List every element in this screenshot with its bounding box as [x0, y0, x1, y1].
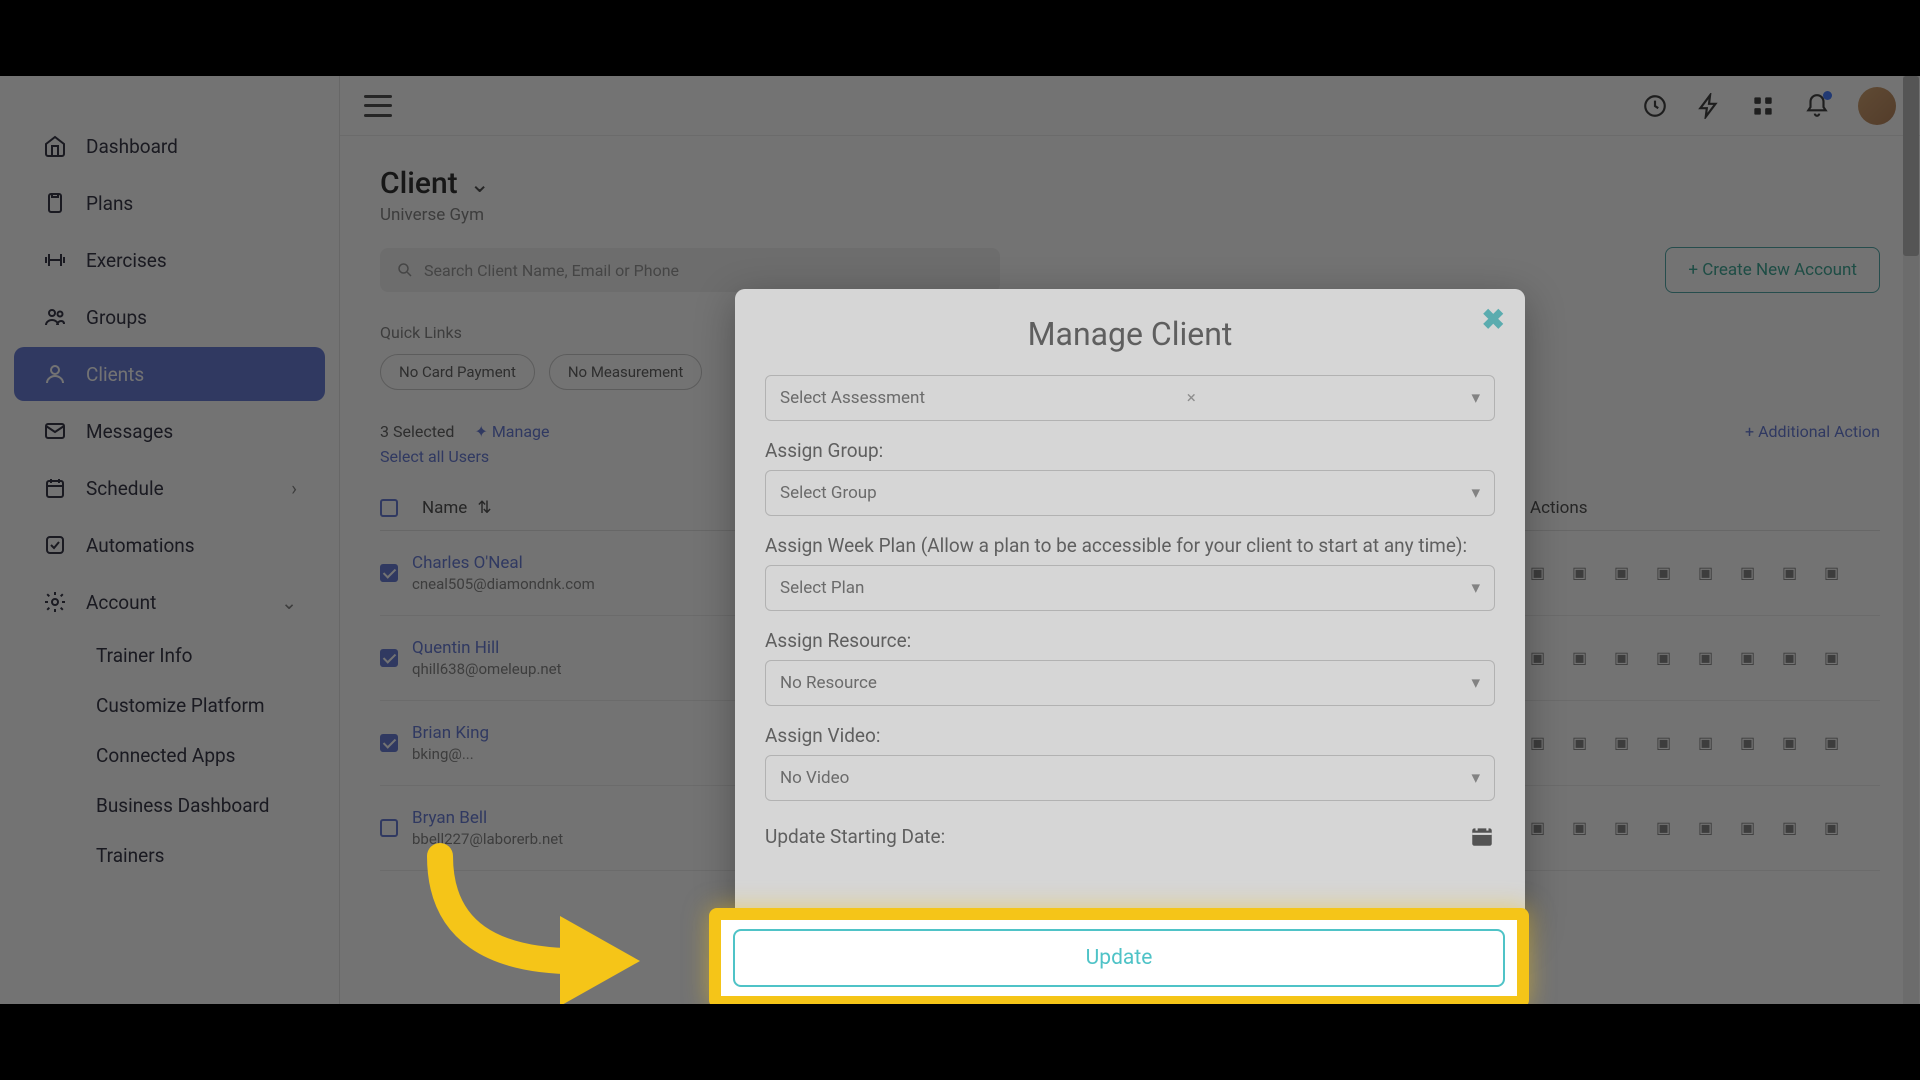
caret-down-icon: ▾ — [1471, 578, 1480, 598]
clear-icon[interactable]: × — [1187, 388, 1196, 408]
calendar-icon[interactable] — [1469, 823, 1495, 849]
select-video[interactable]: No Video ▾ — [765, 755, 1495, 801]
label-starting-date: Update Starting Date: — [765, 825, 945, 848]
letterbox-bottom — [0, 1004, 1920, 1080]
select-assessment[interactable]: Select Assessment × ▾ — [765, 375, 1495, 421]
highlight-callout: Update — [709, 908, 1529, 1008]
caret-down-icon: ▾ — [1471, 483, 1480, 503]
date-row: Update Starting Date: — [765, 823, 1495, 849]
select-week-plan[interactable]: Select Plan ▾ — [765, 565, 1495, 611]
caret-down-icon: ▾ — [1471, 768, 1480, 788]
arrow-annotation-icon — [410, 836, 680, 1026]
caret-down-icon: ▾ — [1471, 673, 1480, 693]
label-assign-week-plan: Assign Week Plan (Allow a plan to be acc… — [765, 534, 1495, 557]
modal-title: Manage Client — [735, 289, 1525, 367]
update-button[interactable]: Update — [733, 929, 1505, 987]
letterbox-top — [0, 0, 1920, 76]
modal-body: Select Assessment × ▾ Assign Group: Sele… — [735, 367, 1525, 909]
label-assign-resource: Assign Resource: — [765, 629, 1495, 652]
label-assign-group: Assign Group: — [765, 439, 1495, 462]
select-resource[interactable]: No Resource ▾ — [765, 660, 1495, 706]
select-group[interactable]: Select Group ▾ — [765, 470, 1495, 516]
caret-down-icon: ▾ — [1471, 388, 1480, 408]
app-container: Dashboard Plans Exercises Groups Clients… — [0, 76, 1920, 1004]
manage-client-modal: ✖ Manage Client Select Assessment × ▾ As… — [735, 289, 1525, 929]
label-assign-video: Assign Video: — [765, 724, 1495, 747]
